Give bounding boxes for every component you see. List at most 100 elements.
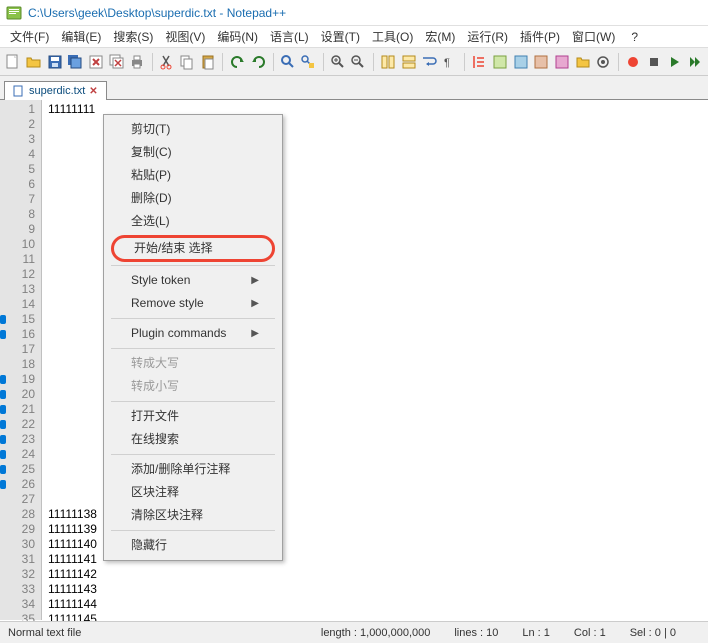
context-menu-label: Remove style	[131, 296, 204, 311]
func-list-icon[interactable]	[553, 51, 572, 73]
save-all-icon[interactable]	[66, 51, 85, 73]
undo-icon[interactable]	[228, 51, 247, 73]
context-menu-item[interactable]: 清除区块注释	[107, 504, 279, 527]
line-number: 26	[2, 477, 35, 492]
context-menu: 剪切(T) 复制(C)粘贴(P) 删除(D) 全选(L) 开始/结束 选择 Style t…	[103, 114, 283, 561]
context-menu-item[interactable]: Style token ▶	[107, 269, 279, 292]
context-menu-label: 开始/结束 选择	[134, 241, 213, 256]
context-menu-item[interactable]: 粘贴(P)	[107, 164, 279, 187]
find-icon[interactable]	[278, 51, 297, 73]
context-menu-label: 区块注释	[131, 485, 179, 500]
zoom-out-icon[interactable]	[349, 51, 368, 73]
wrap-icon[interactable]	[420, 51, 439, 73]
folder-workspace-icon[interactable]	[573, 51, 592, 73]
close-doc-icon[interactable]	[87, 51, 106, 73]
menu-file[interactable]: 文件(F)	[4, 26, 55, 47]
context-menu-item[interactable]: Remove style▶	[107, 292, 279, 315]
doc-list-icon[interactable]	[532, 51, 551, 73]
record-icon[interactable]	[624, 51, 643, 73]
line-number: 7	[2, 192, 35, 207]
menu-separator	[111, 401, 275, 402]
context-menu-item[interactable]: 在线搜索	[107, 428, 279, 451]
all-chars-icon[interactable]: ¶	[441, 51, 460, 73]
context-menu-item[interactable]: 打开文件	[107, 405, 279, 428]
close-all-icon[interactable]	[107, 51, 126, 73]
context-menu-item[interactable]: 复制(C)	[107, 141, 279, 164]
context-menu-item[interactable]: 剪切(T)	[107, 118, 279, 141]
context-menu-label: 转成小写	[131, 379, 179, 394]
toolbar-separator	[618, 53, 619, 71]
line-number: 5	[2, 162, 35, 177]
context-menu-item[interactable]: 隐藏行	[107, 534, 279, 557]
toolbar-separator	[222, 53, 223, 71]
context-menu-label: 剪切(T)	[131, 122, 170, 137]
line-number: 20	[2, 387, 35, 402]
app-icon	[6, 5, 22, 21]
line-number: 32	[2, 567, 35, 582]
line-number: 10	[2, 237, 35, 252]
code-area[interactable]: 剪切(T) 复制(C)粘贴(P) 删除(D) 全选(L) 开始/结束 选择 Style t…	[42, 100, 708, 620]
menu-search[interactable]: 搜索(S)	[107, 26, 159, 47]
zoom-in-icon[interactable]	[329, 51, 348, 73]
replace-icon[interactable]	[299, 51, 318, 73]
menu-encoding[interactable]: 编码(N)	[211, 26, 264, 47]
menu-tools[interactable]: 工具(O)	[366, 26, 419, 47]
menu-run[interactable]: 运行(R)	[461, 26, 514, 47]
code-line[interactable]: 11111142	[48, 567, 702, 582]
save-icon[interactable]	[45, 51, 64, 73]
line-number: 6	[2, 177, 35, 192]
menu-macro[interactable]: 宏(M)	[419, 26, 461, 47]
context-menu-item[interactable]: 添加/删除单行注释	[107, 458, 279, 481]
tab-superdic[interactable]: superdic.txt ✕	[4, 81, 107, 100]
line-number: 11	[2, 252, 35, 267]
cut-icon[interactable]	[157, 51, 176, 73]
chevron-right-icon: ▶	[251, 273, 259, 288]
context-menu-label: 隐藏行	[131, 538, 167, 553]
menu-separator	[111, 530, 275, 531]
indent-guide-icon[interactable]	[470, 51, 489, 73]
toolbar: ¶	[0, 48, 708, 76]
new-file-icon[interactable]	[4, 51, 23, 73]
context-menu-label: 删除(D)	[131, 191, 172, 206]
menu-window[interactable]: 窗口(W)	[566, 26, 621, 47]
line-number: 30	[2, 537, 35, 552]
line-number-gutter: 1234567891011121314151617181920212223242…	[0, 100, 42, 620]
context-menu-item[interactable]: 全选(L)	[107, 210, 279, 233]
context-menu-item[interactable]: 开始/结束 选择	[111, 235, 275, 262]
open-file-icon[interactable]	[25, 51, 44, 73]
context-menu-item[interactable]: Plugin commands▶	[107, 322, 279, 345]
status-col: Col : 1	[574, 627, 606, 639]
play-multi-icon[interactable]	[685, 51, 704, 73]
play-icon[interactable]	[665, 51, 684, 73]
statusbar: Normal text file length : 1,000,000,000 …	[0, 621, 708, 643]
ud-lang-icon[interactable]	[491, 51, 510, 73]
print-icon[interactable]	[128, 51, 147, 73]
code-line[interactable]: 11111144	[48, 597, 702, 612]
line-number: 13	[2, 282, 35, 297]
line-number: 19	[2, 372, 35, 387]
menu-help[interactable]: ?	[625, 28, 644, 46]
menu-language[interactable]: 语言(L)	[264, 26, 315, 47]
redo-icon[interactable]	[249, 51, 268, 73]
copy-icon[interactable]	[178, 51, 197, 73]
close-icon[interactable]: ✕	[89, 86, 97, 97]
stop-icon[interactable]	[644, 51, 663, 73]
menu-view[interactable]: 视图(V)	[159, 26, 211, 47]
menu-edit[interactable]: 编辑(E)	[55, 26, 107, 47]
sync-v-icon[interactable]	[379, 51, 398, 73]
doc-map-icon[interactable]	[511, 51, 530, 73]
line-number: 14	[2, 297, 35, 312]
sync-h-icon[interactable]	[399, 51, 418, 73]
context-menu-label: 全选(L)	[131, 214, 170, 229]
paste-icon[interactable]	[199, 51, 218, 73]
context-menu-label: 转成大写	[131, 356, 179, 371]
menu-settings[interactable]: 设置(T)	[315, 26, 366, 47]
code-line[interactable]: 11111143	[48, 582, 702, 597]
context-menu-label: Style token	[131, 273, 190, 288]
menu-plugins[interactable]: 插件(P)	[514, 26, 566, 47]
context-menu-item[interactable]: 删除(D)	[107, 187, 279, 210]
monitor-icon[interactable]	[594, 51, 613, 73]
menu-separator	[111, 265, 275, 266]
line-number: 17	[2, 342, 35, 357]
context-menu-item[interactable]: 区块注释	[107, 481, 279, 504]
